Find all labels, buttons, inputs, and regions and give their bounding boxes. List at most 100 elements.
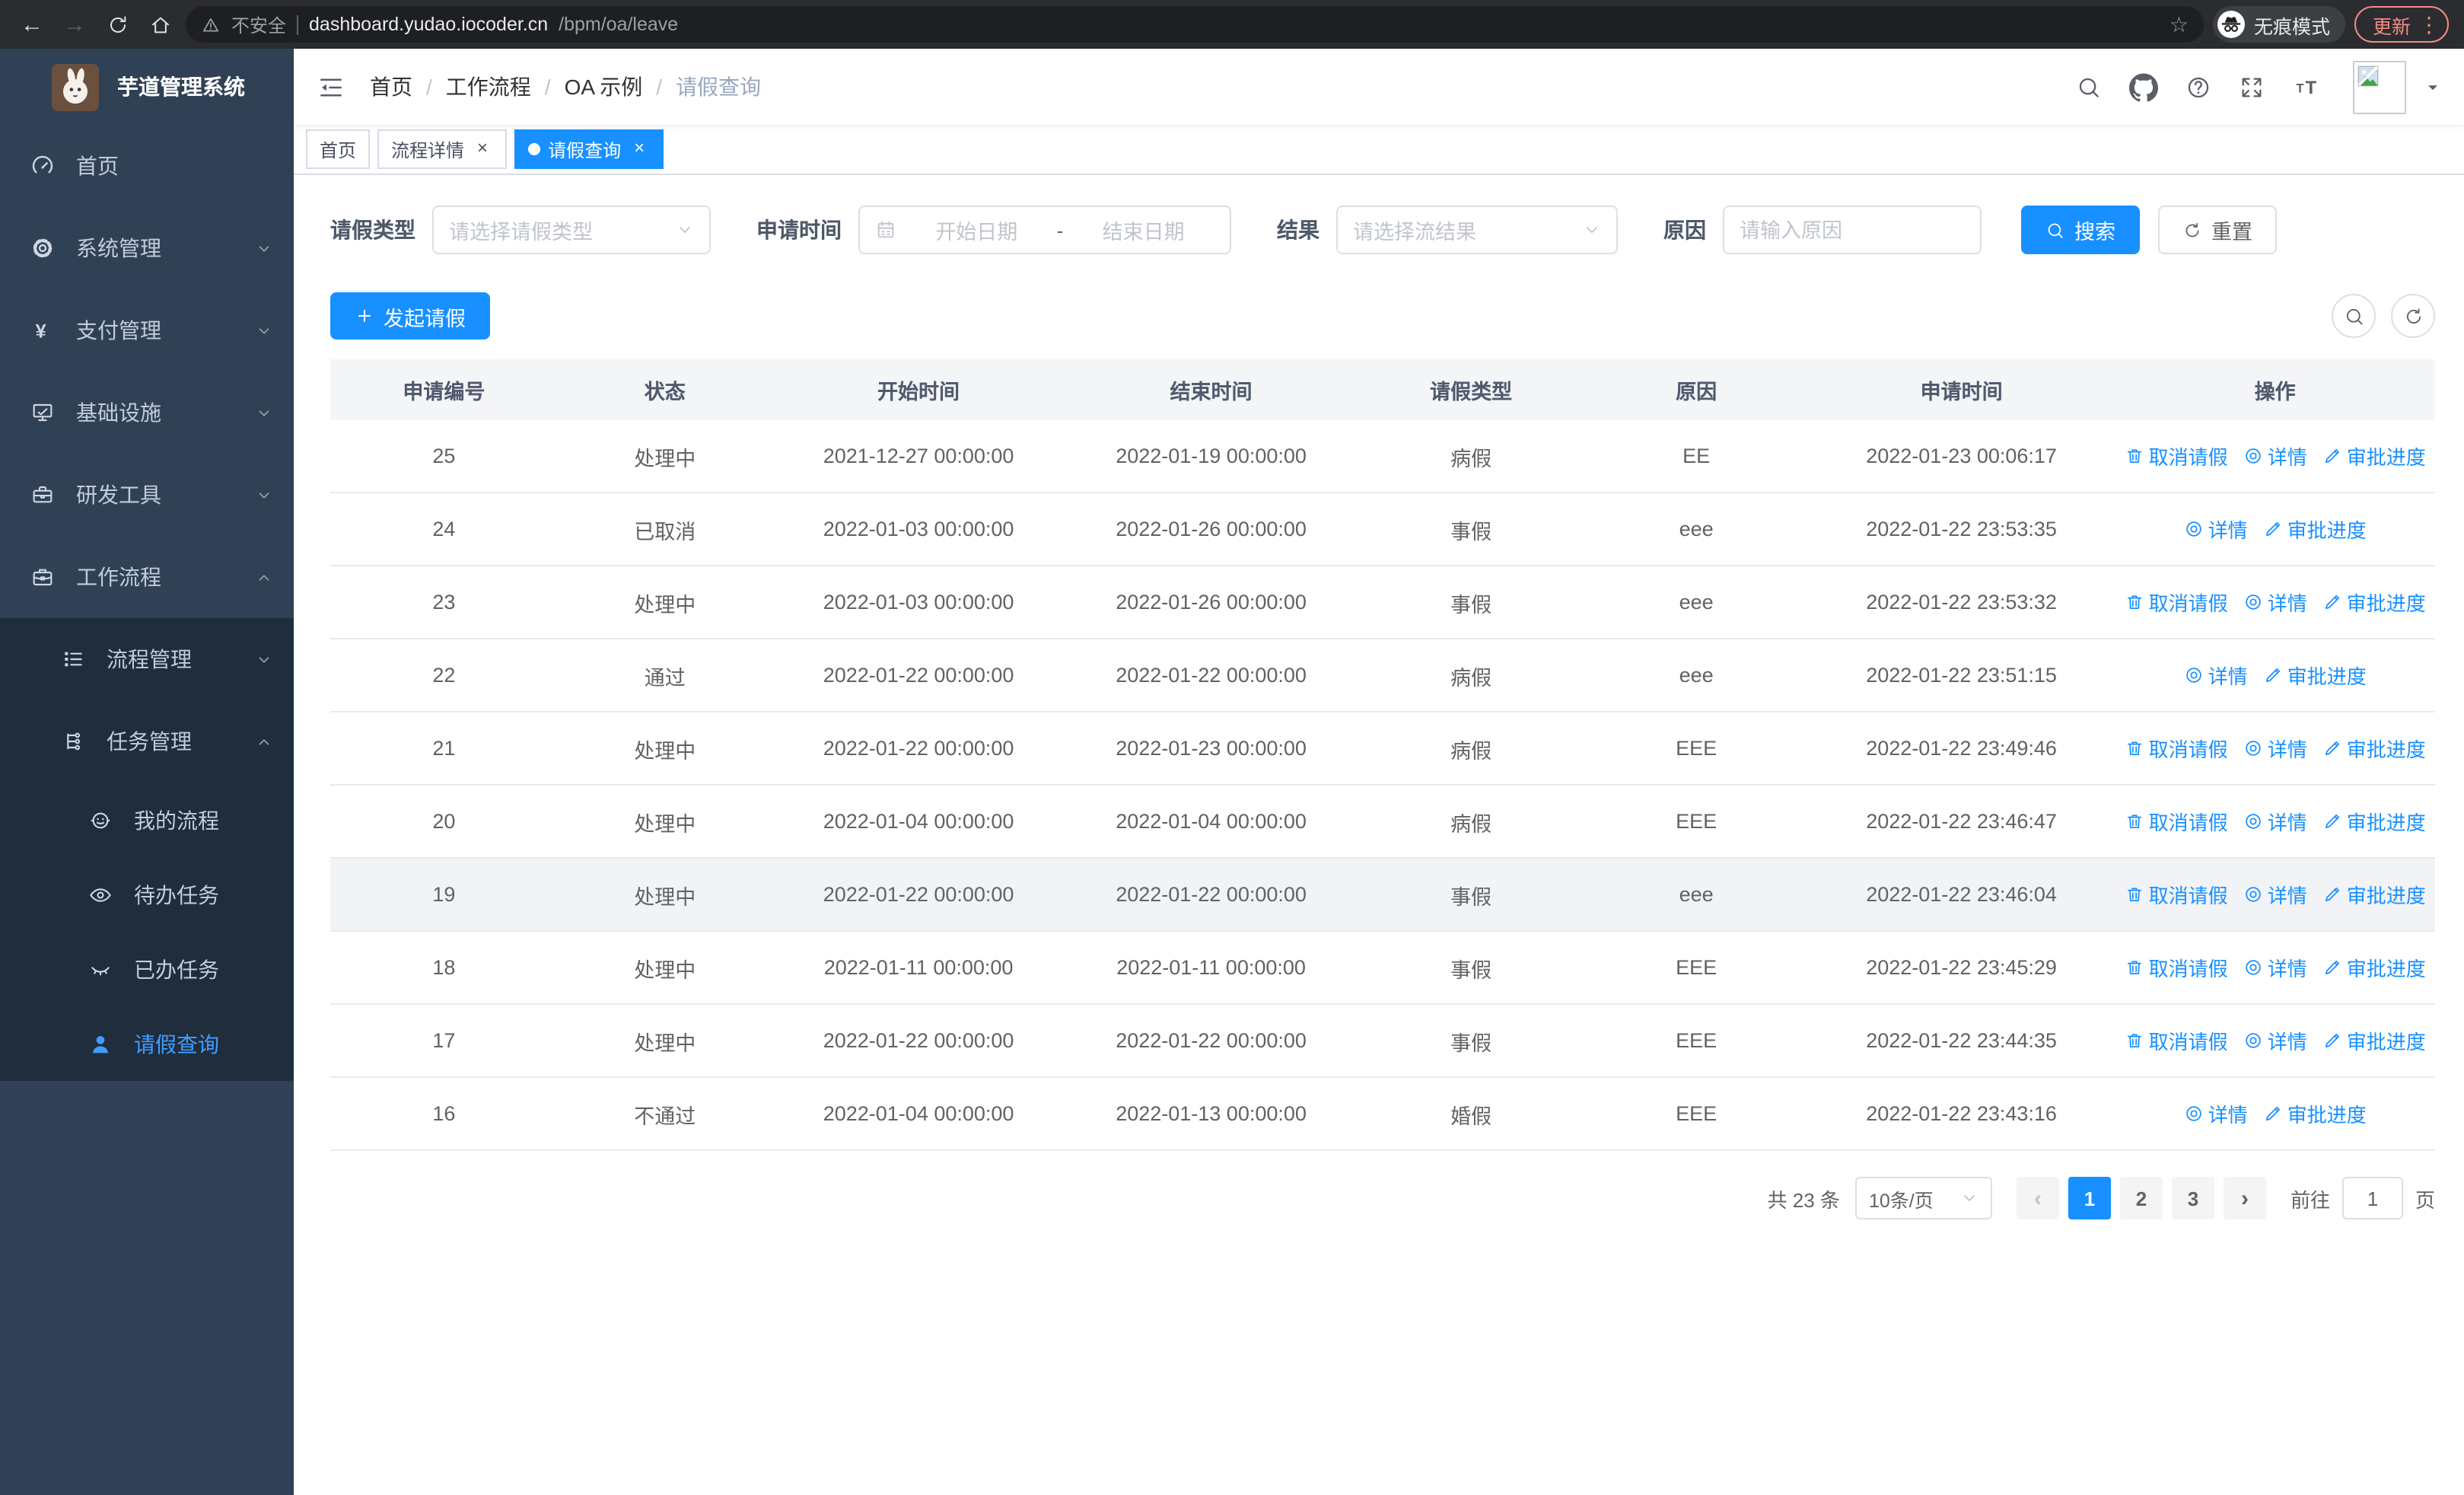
approval-progress-link[interactable]: 审批进度	[2322, 734, 2426, 763]
cancel-leave-link[interactable]: 取消请假	[2125, 1026, 2228, 1055]
reset-button[interactable]: 重置	[2158, 206, 2277, 254]
avatar[interactable]	[2353, 60, 2406, 113]
next-page-button[interactable]: ›	[2223, 1177, 2266, 1219]
sidebar-item-home[interactable]: 首页	[0, 125, 294, 207]
search-button[interactable]: 搜索	[2021, 206, 2140, 254]
result-select[interactable]: 请选择流结果	[1336, 206, 1618, 254]
approval-progress-link[interactable]: 审批进度	[2263, 515, 2367, 543]
approval-progress-link[interactable]: 审批进度	[2322, 441, 2426, 470]
close-icon[interactable]: ×	[629, 138, 650, 160]
detail-link[interactable]: 详情	[2184, 515, 2248, 543]
address-bar[interactable]: 不安全 dashboard.yudao.iocoder.cn/bpm/oa/le…	[186, 6, 2204, 43]
page-button-1[interactable]: 1	[2068, 1177, 2111, 1219]
cell-start: 2022-01-11 00:00:00	[823, 956, 1014, 979]
incognito-badge: 无痕模式	[2212, 6, 2345, 43]
cancel-leave-link[interactable]: 取消请假	[2125, 880, 2228, 909]
action-label: 取消请假	[2148, 738, 2228, 761]
browser-forward-icon[interactable]: →	[58, 8, 91, 41]
approval-progress-link[interactable]: 审批进度	[2322, 1026, 2426, 1055]
help-icon[interactable]	[2185, 74, 2211, 100]
cell-id: 22	[432, 664, 456, 687]
cell-end: 2022-01-19 00:00:00	[1116, 445, 1307, 467]
sidebar-item-leave-query[interactable]: 请假查询	[0, 1006, 294, 1081]
approval-progress-link[interactable]: 审批进度	[2322, 807, 2426, 836]
cancel-leave-link[interactable]: 取消请假	[2125, 807, 2228, 836]
page-button-2[interactable]: 2	[2119, 1177, 2163, 1219]
close-icon[interactable]: ×	[472, 138, 493, 160]
breadcrumb-item[interactable]: 工作流程	[446, 72, 531, 102]
cell-end: 2022-01-23 00:00:00	[1116, 737, 1307, 760]
browser-menu-dots-icon[interactable]: ⋮	[2418, 11, 2440, 37]
app-logo[interactable]: 芋道管理系统	[0, 49, 294, 125]
date-range-separator: -	[1056, 218, 1064, 241]
detail-link[interactable]: 详情	[2243, 588, 2307, 617]
action-label: 详情	[2267, 811, 2307, 834]
detail-link[interactable]: 详情	[2243, 880, 2307, 909]
sidebar-item-my-process[interactable]: 我的流程	[0, 783, 294, 857]
fullscreen-icon[interactable]	[2239, 74, 2265, 100]
detail-link[interactable]: 详情	[2184, 661, 2248, 690]
cancel-leave-link[interactable]: 取消请假	[2125, 953, 2228, 982]
sidebar-item-task-mgmt[interactable]: 任务管理	[0, 700, 294, 783]
apply-time-range-picker[interactable]: 开始日期 - 结束日期	[858, 206, 1231, 254]
cancel-leave-link[interactable]: 取消请假	[2125, 441, 2228, 470]
show-search-toggle-button[interactable]	[2332, 294, 2376, 338]
sidebar-item-devtools[interactable]: 研发工具	[0, 454, 294, 536]
detail-link[interactable]: 详情	[2243, 441, 2307, 470]
approval-progress-link[interactable]: 审批进度	[2322, 588, 2426, 617]
cell-id: 23	[432, 591, 456, 614]
tab-process-detail[interactable]: 流程详情 ×	[377, 129, 508, 169]
avatar-caret-down-icon[interactable]	[2424, 78, 2441, 95]
sidebar-item-system[interactable]: 系统管理	[0, 207, 294, 289]
sidebar-item-process-mgmt[interactable]: 流程管理	[0, 618, 294, 700]
tab-home[interactable]: 首页	[306, 129, 371, 169]
chevron-down-icon	[1960, 1189, 1979, 1207]
approval-progress-link[interactable]: 审批进度	[2263, 661, 2367, 690]
cell-type: 病假	[1450, 447, 1492, 470]
prev-page-button[interactable]: ‹	[2016, 1177, 2059, 1219]
approval-progress-link[interactable]: 审批进度	[2263, 1099, 2367, 1128]
browser-toolbar: ← → 不安全 dashboard.yudao.iocoder.cn/bpm/o…	[0, 0, 2464, 49]
browser-back-icon[interactable]: ←	[15, 8, 49, 41]
hamburger-collapse-icon[interactable]	[317, 72, 345, 101]
reason-input[interactable]	[1723, 206, 1982, 254]
page-size-select[interactable]: 10条/页	[1854, 1177, 1992, 1219]
tab-leave-query[interactable]: 请假查询 ×	[514, 129, 664, 169]
detail-link[interactable]: 详情	[2243, 953, 2307, 982]
view-icon	[2184, 1104, 2204, 1124]
search-icon[interactable]	[2076, 74, 2102, 100]
approval-progress-link[interactable]: 审批进度	[2322, 880, 2426, 909]
sidebar-item-done-tasks[interactable]: 已办任务	[0, 932, 294, 1006]
pager: ‹ 123 ›	[2016, 1177, 2266, 1219]
cancel-leave-link[interactable]: 取消请假	[2125, 734, 2228, 763]
leave-type-select[interactable]: 请选择请假类型	[432, 206, 711, 254]
detail-link[interactable]: 详情	[2184, 1099, 2248, 1128]
detail-link[interactable]: 详情	[2243, 807, 2307, 836]
table-header: 申请编号 状态 开始时间 结束时间 请假类型 原因 申请时间 操作	[330, 359, 2435, 420]
cancel-leave-link[interactable]: 取消请假	[2125, 588, 2228, 617]
breadcrumb-item[interactable]: OA 示例	[565, 72, 643, 102]
yen-icon: ¥	[30, 318, 55, 343]
refresh-table-button[interactable]	[2391, 294, 2435, 338]
sidebar-item-infrastructure[interactable]: 基础设施	[0, 371, 294, 454]
browser-reload-icon[interactable]	[100, 8, 134, 41]
page-button-3[interactable]: 3	[2171, 1177, 2214, 1219]
sidebar-item-todo-tasks[interactable]: 待办任务	[0, 857, 294, 932]
create-leave-button[interactable]: 发起请假	[330, 292, 490, 339]
approval-progress-link[interactable]: 审批进度	[2322, 953, 2426, 982]
bookmark-star-icon[interactable]: ☆	[2170, 11, 2189, 37]
detail-link[interactable]: 详情	[2243, 734, 2307, 763]
action-label: 详情	[2267, 958, 2307, 980]
not-secure-warning-icon	[201, 14, 221, 34]
jump-page-input[interactable]	[2341, 1177, 2403, 1219]
github-icon[interactable]	[2129, 72, 2158, 101]
sidebar-item-payment[interactable]: ¥ 支付管理	[0, 289, 294, 371]
browser-update-button[interactable]: 更新 ⋮	[2354, 6, 2449, 43]
trash-icon	[2125, 738, 2144, 758]
detail-link[interactable]: 详情	[2243, 1026, 2307, 1055]
sidebar-item-label: 基础设施	[76, 400, 161, 425]
sidebar-item-workflow[interactable]: 工作流程	[0, 536, 294, 618]
browser-home-icon[interactable]	[143, 8, 177, 41]
font-size-icon[interactable]: TT	[2292, 73, 2326, 100]
breadcrumb-item[interactable]: 首页	[370, 72, 412, 102]
